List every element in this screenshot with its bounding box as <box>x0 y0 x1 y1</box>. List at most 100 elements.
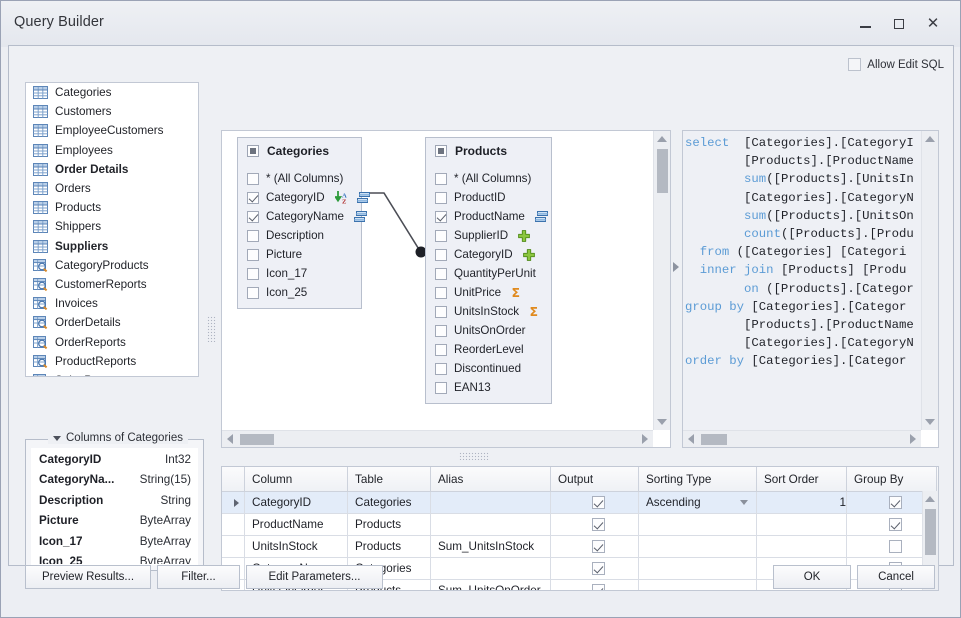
diagram-column-row[interactable]: CategoryIDAZ <box>238 188 361 207</box>
grid-cell-table[interactable]: Categories <box>348 492 431 514</box>
sql-horizontal-scrollbar[interactable] <box>683 430 921 447</box>
grid-cell-sorting-type[interactable] <box>639 514 757 536</box>
edit-parameters-button[interactable]: Edit Parameters... <box>246 565 383 589</box>
grid-cell-sorting-type[interactable] <box>639 536 757 558</box>
tables-list-item[interactable]: Invoices <box>26 294 198 313</box>
diagram-column-checkbox[interactable] <box>435 173 447 185</box>
tables-list-item[interactable]: OrderDetails <box>26 313 198 332</box>
tables-list-item[interactable]: Orders <box>26 179 198 198</box>
diagram-column-row[interactable]: ProductID <box>426 188 551 207</box>
column-info-row[interactable]: Icon_25ByteArray <box>32 552 197 566</box>
cancel-button[interactable]: Cancel <box>857 565 935 589</box>
grid-cell-output-box[interactable] <box>592 518 605 531</box>
diagram-column-row[interactable]: ReorderLevel <box>426 340 551 359</box>
column-info-row[interactable]: CategoryNa...String(15) <box>32 470 197 491</box>
query-diagram-panel[interactable]: Categories* (All Columns)CategoryIDAZCat… <box>221 130 671 448</box>
grid-cell-alias[interactable] <box>431 558 551 580</box>
diagram-column-row[interactable]: Icon_17 <box>238 264 361 283</box>
diagram-column-checkbox[interactable] <box>435 249 447 261</box>
table-row[interactable]: UnitsInStockProductsSum_UnitsInStockSum <box>222 536 939 558</box>
tables-list-item[interactable]: CustomerReports <box>26 275 198 294</box>
diagram-column-checkbox[interactable] <box>247 192 259 204</box>
diagram-column-checkbox[interactable] <box>435 344 447 356</box>
diagram-table-box[interactable]: Products * (All Columns)ProductIDProductN… <box>425 137 552 404</box>
diagram-column-checkbox[interactable] <box>435 287 447 299</box>
scroll-right-icon[interactable] <box>910 434 916 444</box>
grid-column-header[interactable]: Output <box>551 467 639 492</box>
grid-cell-alias[interactable] <box>431 514 551 536</box>
splitter-expand-icon[interactable] <box>673 262 679 272</box>
grid-cell-group-by-box[interactable] <box>889 540 902 553</box>
columns-group-caption[interactable]: Columns of Categories <box>48 432 188 444</box>
grid-cell-sorting-type[interactable] <box>639 558 757 580</box>
tables-list-item[interactable]: EmployeeCustomers <box>26 121 198 140</box>
maximize-button[interactable] <box>884 11 914 37</box>
grid-column-header[interactable]: Group By <box>847 467 937 492</box>
tables-list-item[interactable]: Order Details <box>26 160 198 179</box>
tables-list-item[interactable]: Employees <box>26 141 198 160</box>
tables-list-item[interactable]: ProductReports <box>26 352 198 371</box>
diagram-column-row[interactable]: Picture <box>238 245 361 264</box>
filter-button[interactable]: Filter... <box>157 565 240 589</box>
grid-cell-alias[interactable]: Sum_UnitsOnOrder <box>431 580 551 592</box>
tables-list-item[interactable]: OrderReports <box>26 332 198 351</box>
vertical-splitter-handle[interactable] <box>207 316 216 342</box>
diagram-column-checkbox[interactable] <box>247 230 259 242</box>
grid-cell-output[interactable] <box>551 558 639 580</box>
tables-list-item[interactable]: CategoryProducts <box>26 256 198 275</box>
diagram-hscroll-thumb[interactable] <box>240 434 274 445</box>
ok-button[interactable]: OK <box>773 565 851 589</box>
grid-cell-sort-order[interactable]: 1 <box>757 492 847 514</box>
grid-cell-output[interactable] <box>551 580 639 592</box>
diagram-sql-splitter[interactable] <box>672 130 682 448</box>
diagram-column-row[interactable]: UnitsInStockΣ <box>426 302 551 321</box>
diagram-vertical-scrollbar[interactable] <box>653 131 670 430</box>
scroll-up-icon[interactable] <box>925 496 935 502</box>
sorting-type-dropdown-icon[interactable] <box>740 500 748 505</box>
columns-list[interactable]: CategoryIDInt32CategoryNa...String(15)De… <box>31 448 198 565</box>
scroll-up-icon[interactable] <box>925 136 935 142</box>
diagram-column-checkbox[interactable] <box>247 287 259 299</box>
grid-vscroll-thumb[interactable] <box>925 509 936 555</box>
scroll-down-icon[interactable] <box>657 419 667 425</box>
scroll-right-icon[interactable] <box>642 434 648 444</box>
tables-list-item[interactable]: SalesPerson <box>26 371 198 377</box>
diagram-column-checkbox[interactable] <box>435 192 447 204</box>
diagram-column-row[interactable]: * (All Columns) <box>238 169 361 188</box>
column-info-row[interactable]: PictureByteArray <box>32 511 197 532</box>
diagram-column-row[interactable]: Description <box>238 226 361 245</box>
grid-column-header[interactable]: Sorting Type <box>639 467 757 492</box>
grid-cell-output-box[interactable] <box>592 540 605 553</box>
sql-vertical-scrollbar[interactable] <box>921 131 938 430</box>
grid-cell-output[interactable] <box>551 536 639 558</box>
diagram-column-row[interactable]: ProductName <box>426 207 551 226</box>
grid-cell-sorting-type[interactable]: Ascending <box>639 492 757 514</box>
diagram-canvas[interactable]: Categories* (All Columns)CategoryIDAZCat… <box>222 131 654 431</box>
grid-cell-column[interactable]: ProductName <box>245 514 348 536</box>
diagram-column-checkbox[interactable] <box>247 211 259 223</box>
grid-column-header[interactable]: Alias <box>431 467 551 492</box>
grid-cell-sort-order[interactable] <box>757 536 847 558</box>
diagram-column-checkbox[interactable] <box>247 173 259 185</box>
grid-cell-output[interactable] <box>551 514 639 536</box>
grid-cell-output[interactable] <box>551 492 639 514</box>
preview-results-button[interactable]: Preview Results... <box>25 565 151 589</box>
diagram-table-header[interactable]: Products <box>426 138 551 164</box>
diagram-column-row[interactable]: CategoryName <box>238 207 361 226</box>
tables-list[interactable]: CategoriesCustomersEmployeeCustomersEmpl… <box>25 82 199 377</box>
grid-cell-column[interactable]: CategoryID <box>245 492 348 514</box>
diagram-column-row[interactable]: Discontinued <box>426 359 551 378</box>
diagram-vscroll-thumb[interactable] <box>657 149 668 193</box>
grid-cell-table[interactable]: Products <box>348 536 431 558</box>
sql-preview-panel[interactable]: select [Categories].[CategoryI [Products… <box>682 130 939 448</box>
diagram-column-row[interactable]: * (All Columns) <box>426 169 551 188</box>
grid-cell-output-box[interactable] <box>592 584 605 591</box>
grid-cell-column[interactable]: UnitsInStock <box>245 536 348 558</box>
diagram-column-row[interactable]: EAN13 <box>426 378 551 397</box>
diagram-column-row[interactable]: UnitsOnOrder <box>426 321 551 340</box>
diagram-column-checkbox[interactable] <box>247 268 259 280</box>
grid-cell-output-box[interactable] <box>592 496 605 509</box>
tables-list-item[interactable]: Customers <box>26 102 198 121</box>
grid-column-header[interactable]: Sort Order <box>757 467 847 492</box>
allow-edit-sql-row[interactable]: Allow Edit SQL <box>848 58 944 71</box>
